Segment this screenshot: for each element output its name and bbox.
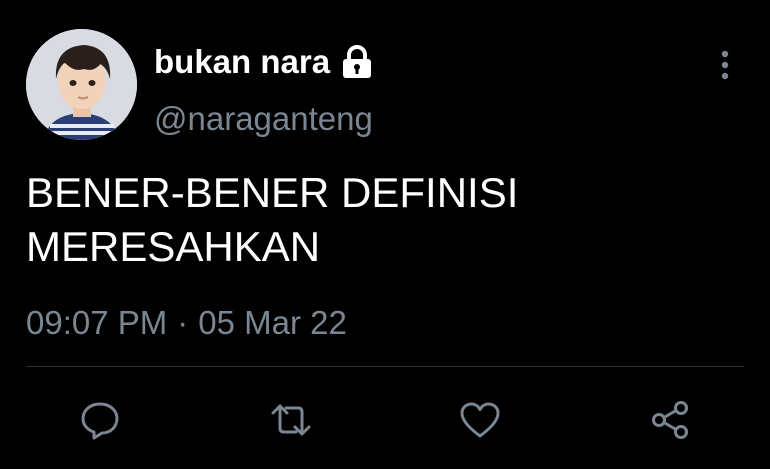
tweet-card: bukan nara @naraganteng BENER-BENER DEFI… xyxy=(0,0,770,469)
tweet-text: BENER-BENER DEFINISI MERESAHKAN xyxy=(26,169,519,270)
retweet-button[interactable] xyxy=(265,394,317,446)
author-handle[interactable]: @naraganteng xyxy=(154,99,373,139)
tweet-date: 05 Mar 22 xyxy=(198,304,347,341)
reply-icon xyxy=(81,402,119,440)
reply-button[interactable] xyxy=(74,394,126,446)
tweet-time: 09:07 PM xyxy=(26,304,168,341)
more-options-button[interactable] xyxy=(706,46,744,84)
share-icon xyxy=(652,401,688,439)
retweet-icon xyxy=(271,404,311,436)
like-icon xyxy=(460,402,500,438)
display-name[interactable]: bukan nara xyxy=(154,40,330,84)
avatar[interactable] xyxy=(26,29,137,140)
like-button[interactable] xyxy=(454,394,506,446)
author-name-row: bukan nara xyxy=(154,40,374,84)
tweet-timestamp[interactable]: 09:07 PM · 05 Mar 22 xyxy=(26,302,347,344)
lock-icon xyxy=(340,44,374,80)
share-button[interactable] xyxy=(644,394,696,446)
more-vertical-icon xyxy=(721,50,729,80)
meta-separator: · xyxy=(177,304,189,341)
avatar-image xyxy=(26,29,137,140)
divider xyxy=(26,366,744,367)
